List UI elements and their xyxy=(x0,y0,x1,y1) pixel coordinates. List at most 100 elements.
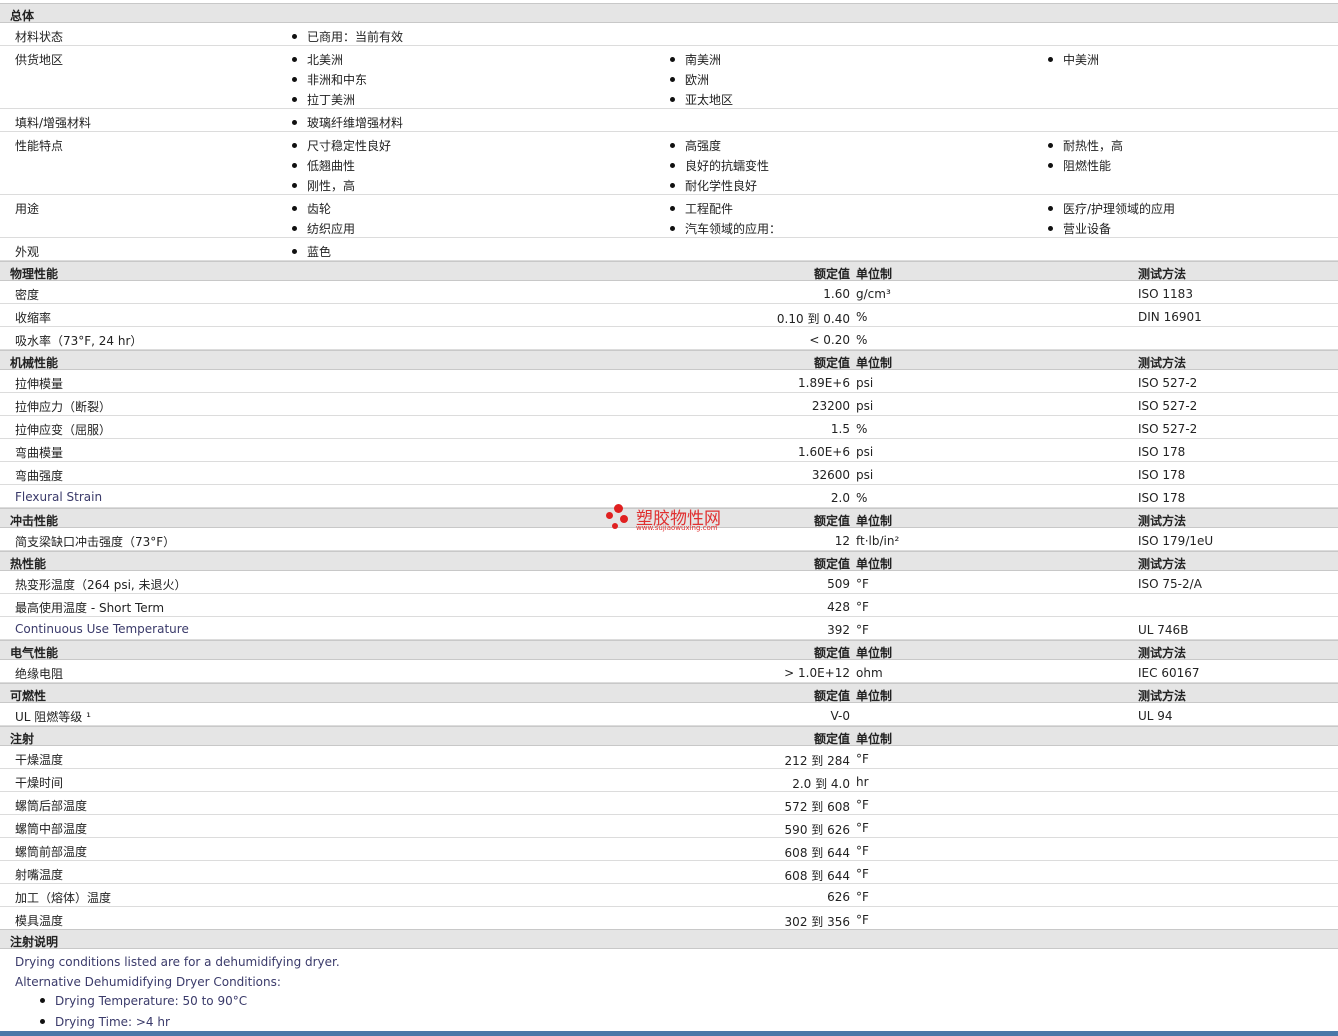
notes-header: 注射说明 xyxy=(0,929,1338,949)
property-label: UL 阻燃等级 ¹ xyxy=(15,710,91,724)
section-header: 注射 额定值 单位制 xyxy=(0,726,1338,746)
general-row-label: 外观 xyxy=(15,245,40,259)
property-test-method: ISO 75-2/A xyxy=(1138,577,1202,591)
property-value: 1.5 xyxy=(830,422,850,436)
section-title: 可燃性 xyxy=(10,689,47,703)
property-row: 干燥温度 212 到 284 °F xyxy=(0,746,1338,769)
property-unit: °F xyxy=(856,600,869,614)
property-value: < 0.20 xyxy=(809,333,850,347)
property-unit: psi xyxy=(856,399,874,413)
property-label: 拉伸应力（断裂） xyxy=(15,400,112,414)
section-title: 冲击性能 xyxy=(10,514,59,528)
property-unit: % xyxy=(856,491,868,505)
property-value: 212 到 284 xyxy=(784,754,850,768)
bullet-item: 中美洲 xyxy=(1048,51,1099,68)
property-label: 收缩率 xyxy=(15,311,52,325)
bullet-item: 南美洲 xyxy=(670,51,721,68)
property-label: 射嘴温度 xyxy=(15,868,64,882)
bullet-item: 齿轮 xyxy=(292,200,331,217)
property-value: > 1.0E+12 xyxy=(784,666,850,680)
header-value: 额定值 xyxy=(813,514,850,528)
bullet-item: 非洲和中东 xyxy=(292,71,367,88)
bullet-item: 阻燃性能 xyxy=(1048,157,1111,174)
section-title: 热性能 xyxy=(10,557,47,571)
property-value: 608 到 644 xyxy=(784,869,850,883)
general-row: 性能特点 尺寸稳定性良好 低翘曲性 刚性，高 高强度 良好的抗蠕变性 耐化学性良好 耐热性，高… xyxy=(0,132,1338,195)
property-value: 2.0 xyxy=(830,491,850,505)
property-test-method: ISO 178 xyxy=(1138,468,1186,482)
property-label: 加工（熔体）温度 xyxy=(15,891,112,905)
general-row: 供货地区 北美洲 非洲和中东 拉丁美洲 南美洲 欧洲 亚太地区 中美洲 xyxy=(0,46,1338,109)
property-row: 弯曲强度 32600 psi ISO 178 xyxy=(0,462,1338,485)
general-row: 材料状态 已商用：当前有效 xyxy=(0,23,1338,46)
header-unit: 单位制 xyxy=(856,557,893,571)
property-value: 0.10 到 0.40 xyxy=(776,312,850,326)
header-unit: 单位制 xyxy=(856,732,893,746)
property-value: 392 xyxy=(827,623,850,637)
property-row: 收缩率 0.10 到 0.40% DIN 16901 xyxy=(0,304,1338,327)
bullet-item: 尺寸稳定性良好 xyxy=(292,137,391,154)
property-unit: hr xyxy=(856,775,869,789)
property-row: 吸水率（73°F, 24 hr） < 0.20% xyxy=(0,327,1338,350)
header-test-method: 测试方法 xyxy=(1138,267,1187,281)
watermark-logo: 塑胶物性网 www.sujiaowuxing.com xyxy=(606,502,746,534)
bottom-bar xyxy=(0,1031,1338,1036)
property-row: 加工（熔体）温度 626 °F xyxy=(0,884,1338,907)
property-unit: ohm xyxy=(856,666,883,680)
property-row: 模具温度 302 到 356 °F xyxy=(0,907,1338,930)
header-test-method: 测试方法 xyxy=(1138,557,1187,571)
section-title: 电气性能 xyxy=(10,646,59,660)
bullet-item: 高强度 xyxy=(670,137,721,154)
property-row: 螺筒后部温度 572 到 608 °F xyxy=(0,792,1338,815)
general-row: 外观 蓝色 xyxy=(0,238,1338,261)
property-label: 拉伸应变（屈服） xyxy=(15,423,112,437)
property-row: 最高使用温度 - Short Term 428 °F xyxy=(0,594,1338,617)
bullet-item: 亚太地区 xyxy=(670,91,733,108)
header-value: 额定值 xyxy=(813,557,850,571)
property-label: 简支梁缺口冲击强度（73°F） xyxy=(15,535,176,549)
property-test-method: ISO 178 xyxy=(1138,445,1186,459)
property-row: 螺筒中部温度 590 到 626 °F xyxy=(0,815,1338,838)
general-row-label: 性能特点 xyxy=(15,139,64,153)
property-unit: psi xyxy=(856,468,874,482)
bullet-item: 纺织应用 xyxy=(292,220,355,237)
property-test-method: UL 746B xyxy=(1138,623,1189,637)
property-test-method: ISO 179/1eU xyxy=(1138,534,1214,548)
property-value: 12 xyxy=(834,534,850,548)
property-test-method: ISO 527-2 xyxy=(1138,376,1198,390)
note-line-1: Drying conditions listed are for a dehum… xyxy=(15,955,340,969)
section-title: 机械性能 xyxy=(10,356,59,370)
property-unit: psi xyxy=(856,376,874,390)
property-label: 螺筒后部温度 xyxy=(15,799,88,813)
property-value: 1.89E+6 xyxy=(798,376,850,390)
property-row: 干燥时间 2.0 到 4.0 hr xyxy=(0,769,1338,792)
property-label[interactable]: Flexural Strain xyxy=(15,490,102,504)
section-header: 可燃性 额定值 单位制 测试方法 xyxy=(0,683,1338,703)
header-unit: 单位制 xyxy=(856,356,893,370)
property-value: 590 到 626 xyxy=(784,823,850,837)
header-value: 额定值 xyxy=(813,689,850,703)
property-label: 模具温度 xyxy=(15,914,64,928)
property-value: 1.60E+6 xyxy=(798,445,850,459)
property-label: 密度 xyxy=(15,288,40,302)
note-line-2: Alternative Dehumidifying Dryer Conditio… xyxy=(15,975,281,989)
property-label: 绝缘电阻 xyxy=(15,667,64,681)
section-title: 物理性能 xyxy=(10,267,59,281)
bullet-item: 北美洲 xyxy=(292,51,343,68)
property-label[interactable]: Continuous Use Temperature xyxy=(15,622,189,636)
property-row: 弯曲模量 1.60E+6 psi ISO 178 xyxy=(0,439,1338,462)
bullet-item: 汽车领域的应用： xyxy=(670,220,781,237)
property-row: 射嘴温度 608 到 644 °F xyxy=(0,861,1338,884)
property-unit: ft·lb/in² xyxy=(856,534,900,548)
property-row: 拉伸应变（屈服） 1.5% ISO 527-2 xyxy=(0,416,1338,439)
bullet-item: 耐热性，高 xyxy=(1048,137,1123,154)
bullet-item: 营业设备 xyxy=(1048,220,1111,237)
property-test-method: IEC 60167 xyxy=(1138,666,1200,680)
bullet-item: 已商用：当前有效 xyxy=(292,28,403,45)
bullet-item: 良好的抗蠕变性 xyxy=(670,157,769,174)
property-label: 弯曲模量 xyxy=(15,446,64,460)
header-unit: 单位制 xyxy=(856,514,893,528)
property-label: 螺筒中部温度 xyxy=(15,822,88,836)
bullet-item: 医疗/护理领域的应用 xyxy=(1048,200,1175,217)
section-header: 电气性能 额定值 单位制 测试方法 xyxy=(0,640,1338,660)
